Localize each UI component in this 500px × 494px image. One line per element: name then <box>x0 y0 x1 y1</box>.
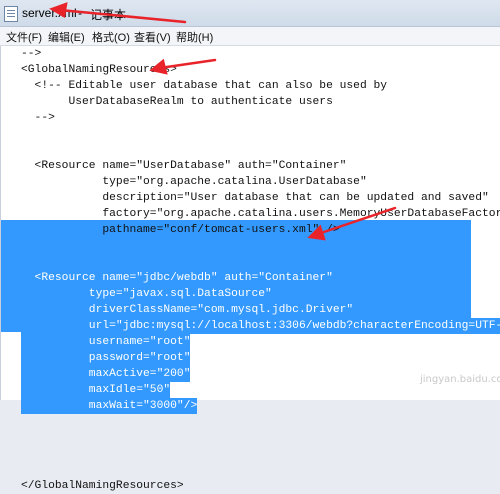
code-line-text: type="javax.sql.DataSource" <box>21 286 272 302</box>
title-bar: server.xml - 记事本 <box>0 0 500 27</box>
code-line: --> <box>1 110 500 126</box>
code-line-text: type="org.apache.catalina.UserDatabase" <box>21 176 367 188</box>
code-line: <!-- Editable user database that can als… <box>1 78 500 94</box>
code-line: --> <box>1 46 500 62</box>
code-line: <GlobalNamingResources> <box>1 62 500 78</box>
code-line-text: url="jdbc:mysql://localhost:3306/webdb?c… <box>21 318 500 334</box>
code-line: <Resource name="UserDatabase" auth="Cont… <box>1 158 500 174</box>
code-line: type="javax.sql.DataSource" <box>1 286 500 302</box>
text-editor[interactable]: --> <GlobalNamingResources> <!-- Editable… <box>0 46 500 492</box>
code-line-text: pathname="conf/tomcat-users.xml" /> <box>21 224 340 236</box>
code-line: username="root" <box>1 334 500 350</box>
code-line-text: <Resource name="UserDatabase" auth="Cont… <box>21 160 347 172</box>
code-line-text: --> <box>21 48 42 60</box>
code-line: url="jdbc:mysql://localhost:3306/webdb?c… <box>1 318 500 334</box>
menu-format[interactable]: 格式(O) <box>92 29 130 45</box>
code-line: type="org.apache.catalina.UserDatabase" <box>1 174 500 190</box>
code-line-text: username="root" <box>21 334 191 350</box>
code-line-text: maxActive="200" <box>21 366 191 382</box>
menu-file[interactable]: 文件(F) <box>6 29 42 45</box>
menu-bar: 文件(F) 编辑(E) 格式(O) 查看(V) 帮助(H) <box>0 27 500 46</box>
code-line-text: <Resource name="jdbc/webdb" auth="Contai… <box>21 270 333 286</box>
code-line-text: UserDatabaseRealm to authenticate users <box>21 96 333 108</box>
code-line-text: driverClassName="com.mysql.jdbc.Driver" <box>21 302 354 318</box>
code-line-text: </GlobalNamingResources> <box>21 480 184 492</box>
code-line-text: password="root" <box>21 350 191 366</box>
menu-help[interactable]: 帮助(H) <box>176 29 213 45</box>
code-line-text: <GlobalNamingResources> <box>21 64 177 76</box>
code-line-text: maxIdle="50" <box>21 382 171 398</box>
code-line: </GlobalNamingResources> <box>1 478 500 494</box>
window-title-separator: - <box>78 6 82 20</box>
menu-edit[interactable]: 编辑(E) <box>48 29 85 45</box>
notepad-icon <box>4 6 18 22</box>
window-title-file: server.xml <box>22 6 77 20</box>
window-title-app: 记事本 <box>90 8 127 22</box>
code-line-text: <!-- Editable user database that can als… <box>21 80 388 92</box>
code-line: password="root" <box>1 350 500 366</box>
watermark: jingyan.baidu.com <box>420 374 500 385</box>
code-line: UserDatabaseRealm to authenticate users <box>1 94 500 110</box>
code-line-text: factory="org.apache.catalina.users.Memor… <box>21 208 500 220</box>
code-line-text: maxWait="3000"/> <box>21 398 198 414</box>
menu-view[interactable]: 查看(V) <box>134 29 171 45</box>
code-line: pathname="conf/tomcat-users.xml" /> <box>1 222 500 238</box>
code-line: description="User database that can be u… <box>1 190 500 206</box>
code-line: factory="org.apache.catalina.users.Memor… <box>1 206 500 222</box>
code-line: <Resource name="jdbc/webdb" auth="Contai… <box>1 270 500 286</box>
code-line: maxWait="3000"/> <box>1 398 500 414</box>
code-line-text: --> <box>21 112 55 124</box>
code-line-text: description="User database that can be u… <box>21 192 489 204</box>
code-line: driverClassName="com.mysql.jdbc.Driver" <box>1 302 500 318</box>
